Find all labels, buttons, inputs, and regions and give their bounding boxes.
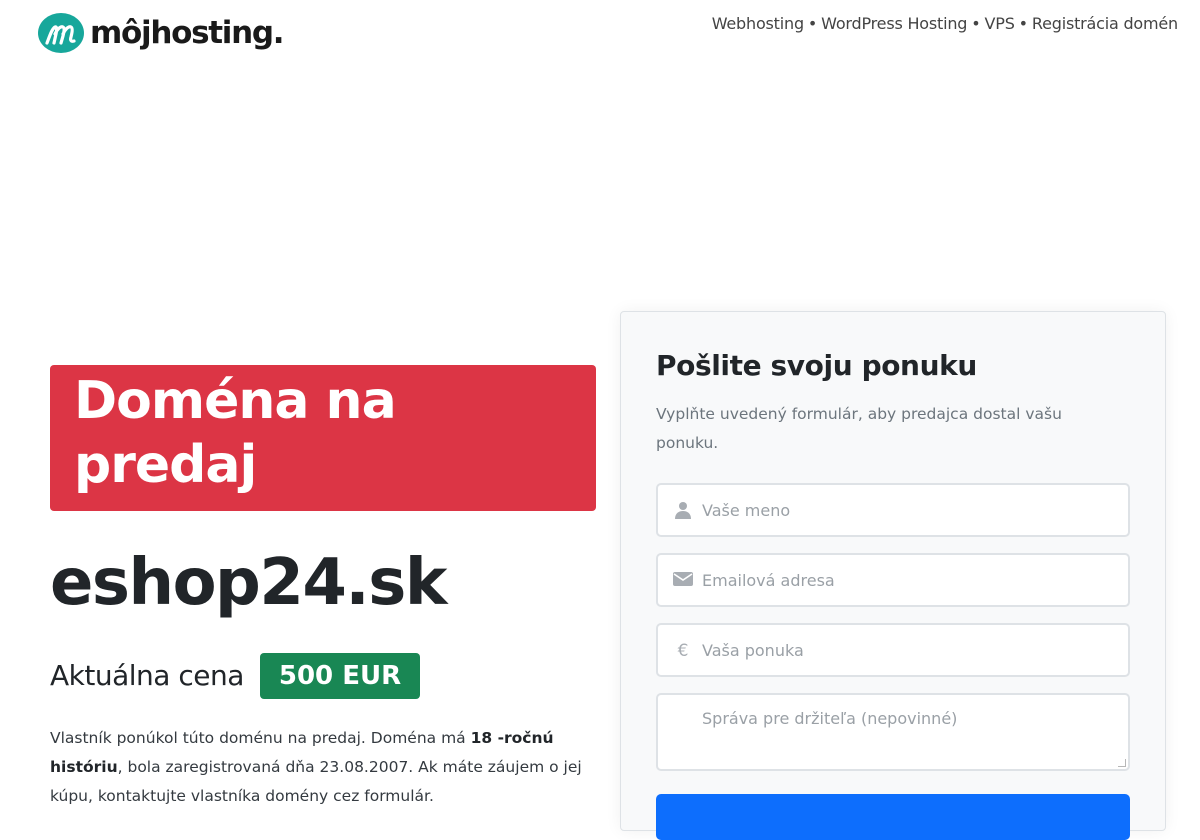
nav-link-domain-registration[interactable]: Registrácia domén: [1032, 14, 1178, 33]
name-field: [656, 483, 1130, 537]
description-text: , bola zaregistrovaná dňa 23.08.2007. Ak…: [50, 758, 582, 805]
offer-input[interactable]: [702, 625, 1122, 675]
nav-separator: •: [1018, 14, 1028, 33]
logo-text: môjhosting.: [90, 15, 285, 51]
price-badge: 500 EUR: [259, 653, 421, 699]
message-field: [656, 693, 1130, 771]
email-input[interactable]: [702, 555, 1122, 605]
nav-link-vps[interactable]: VPS: [985, 14, 1015, 33]
offer-form-card: Pošlite svoju ponuku Vyplňte uvedený for…: [620, 311, 1166, 840]
resize-handle-icon[interactable]: [1118, 759, 1126, 767]
offer-field: €: [656, 623, 1130, 677]
description-text: Vlastník ponúkol túto doménu na predaj. …: [50, 729, 471, 747]
form-title: Pošlite svoju ponuku: [656, 349, 977, 382]
site-logo[interactable]: môjhosting.: [38, 13, 285, 53]
euro-icon: €: [677, 641, 689, 661]
submit-offer-button[interactable]: [656, 794, 1130, 840]
for-sale-banner: Doména na predaj: [50, 365, 596, 511]
nav-separator: •: [807, 14, 818, 33]
form-subtitle: Vyplňte uvedený formulár, aby predajca d…: [656, 405, 1062, 452]
email-field: [656, 553, 1130, 607]
nav-link-webhosting[interactable]: Webhosting: [712, 14, 804, 33]
domain-name: eshop24.sk: [50, 546, 447, 620]
name-input[interactable]: [702, 485, 1122, 535]
message-textarea[interactable]: [702, 709, 1122, 759]
nav-link-wordpress-hosting[interactable]: WordPress Hosting: [821, 14, 967, 33]
banner-title: Doména na predaj: [74, 371, 397, 495]
price-row: Aktuálna cena 500 EUR: [50, 653, 421, 699]
envelope-icon: [673, 571, 693, 591]
logo-icon: [38, 13, 84, 53]
price-label: Aktuálna cena: [50, 659, 244, 692]
nav-separator: •: [971, 14, 981, 33]
top-navigation: Webhosting • WordPress Hosting • VPS • Registr…: [712, 14, 1178, 33]
domain-description: Vlastník ponúkol túto doménu na predaj. …: [50, 724, 590, 811]
site-header: môjhosting. Webhosting • WordPress Hosting…: [0, 0, 1200, 70]
user-icon: [673, 501, 693, 521]
